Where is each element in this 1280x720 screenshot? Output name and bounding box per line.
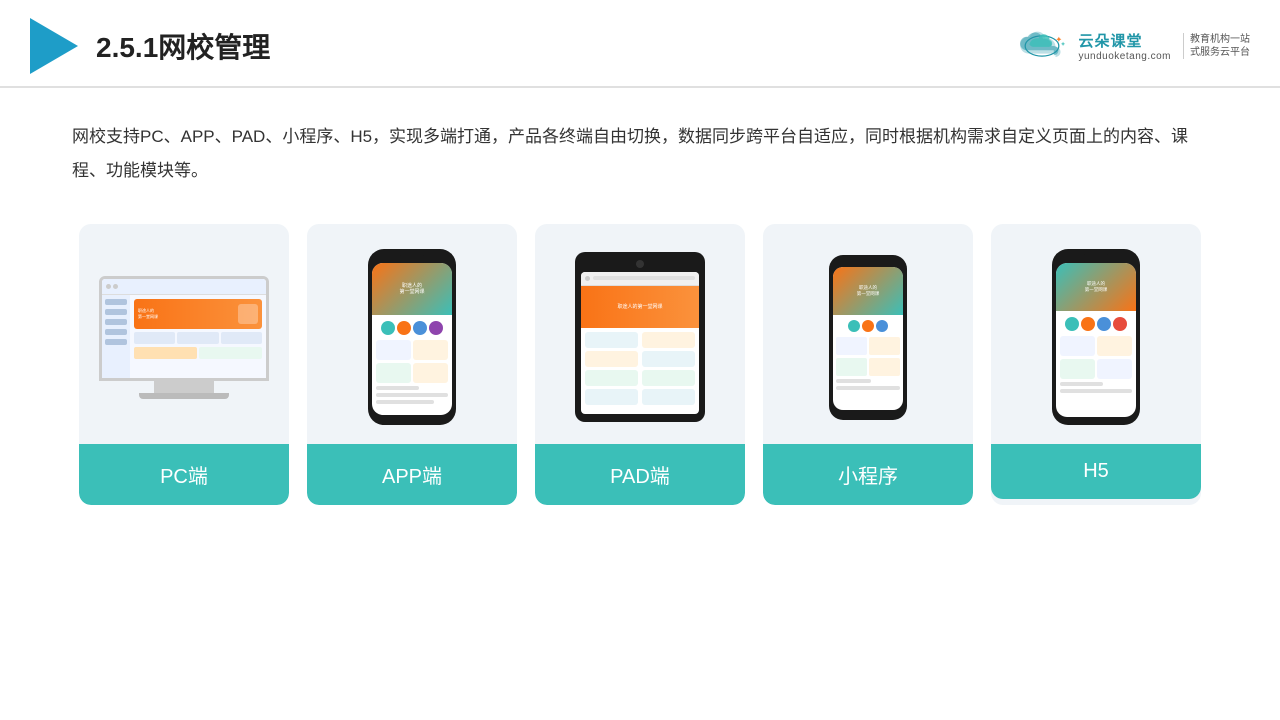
card-pc-image: 职途人的第一堂网课: [79, 224, 289, 444]
pad-tablet-icon: 职途人的第一堂网课: [575, 252, 705, 422]
miniapp-phone-icon: 职途人的第一堂网课: [829, 255, 907, 420]
card-h5: 职途人的第一堂网课: [991, 224, 1201, 505]
brand-name: 云朵课堂: [1078, 30, 1142, 51]
card-pad: 职途人的第一堂网课: [535, 224, 745, 505]
card-app-label: APP端: [307, 444, 517, 505]
card-h5-label: H5: [991, 444, 1201, 499]
cloud-logo: 云朵课堂 yunduoketang.com 教育机构一站 式服务云平台: [1016, 30, 1250, 62]
card-pad-image: 职途人的第一堂网课: [535, 224, 745, 444]
card-pc: 职途人的第一堂网课: [79, 224, 289, 505]
card-app: 职途人的第一堂网课: [307, 224, 517, 505]
pc-monitor-icon: 职途人的第一堂网课: [95, 276, 273, 399]
brand-slogan-area: 教育机构一站 式服务云平台: [1183, 33, 1250, 59]
description-paragraph: 网校支持PC、APP、PAD、小程序、H5，实现多端打通，产品各终端自由切换，数…: [72, 120, 1208, 188]
monitor-screen: 职途人的第一堂网课: [99, 276, 269, 381]
logo-triangle-icon: [30, 18, 78, 74]
card-miniapp: 职途人的第一堂网课: [763, 224, 973, 505]
header: 2.5.1网校管理 云朵课堂 yunduoketang.com: [0, 0, 1280, 88]
card-app-image: 职途人的第一堂网课: [307, 224, 517, 444]
card-miniapp-label: 小程序: [763, 444, 973, 505]
card-h5-image: 职途人的第一堂网课: [991, 224, 1201, 444]
header-left: 2.5.1网校管理: [30, 18, 270, 74]
h5-phone-icon: 职途人的第一堂网课: [1052, 249, 1140, 425]
cards-container: 职途人的第一堂网课: [0, 188, 1280, 505]
brand-slogan-line2: 式服务云平台: [1190, 46, 1250, 59]
card-pad-label: PAD端: [535, 444, 745, 505]
brand-text-area: 云朵课堂 yunduoketang.com: [1078, 30, 1171, 62]
card-pc-label: PC端: [79, 444, 289, 505]
header-right: 云朵课堂 yunduoketang.com 教育机构一站 式服务云平台: [1016, 30, 1250, 62]
card-miniapp-image: 职途人的第一堂网课: [763, 224, 973, 444]
description-text: 网校支持PC、APP、PAD、小程序、H5，实现多端打通，产品各终端自由切换，数…: [0, 88, 1280, 188]
page-title: 2.5.1网校管理: [96, 26, 270, 66]
cloud-icon: [1016, 30, 1068, 62]
brand-url: yunduoketang.com: [1078, 51, 1171, 62]
brand-slogan-line1: 教育机构一站: [1190, 33, 1250, 46]
app-phone-icon: 职途人的第一堂网课: [368, 249, 456, 425]
